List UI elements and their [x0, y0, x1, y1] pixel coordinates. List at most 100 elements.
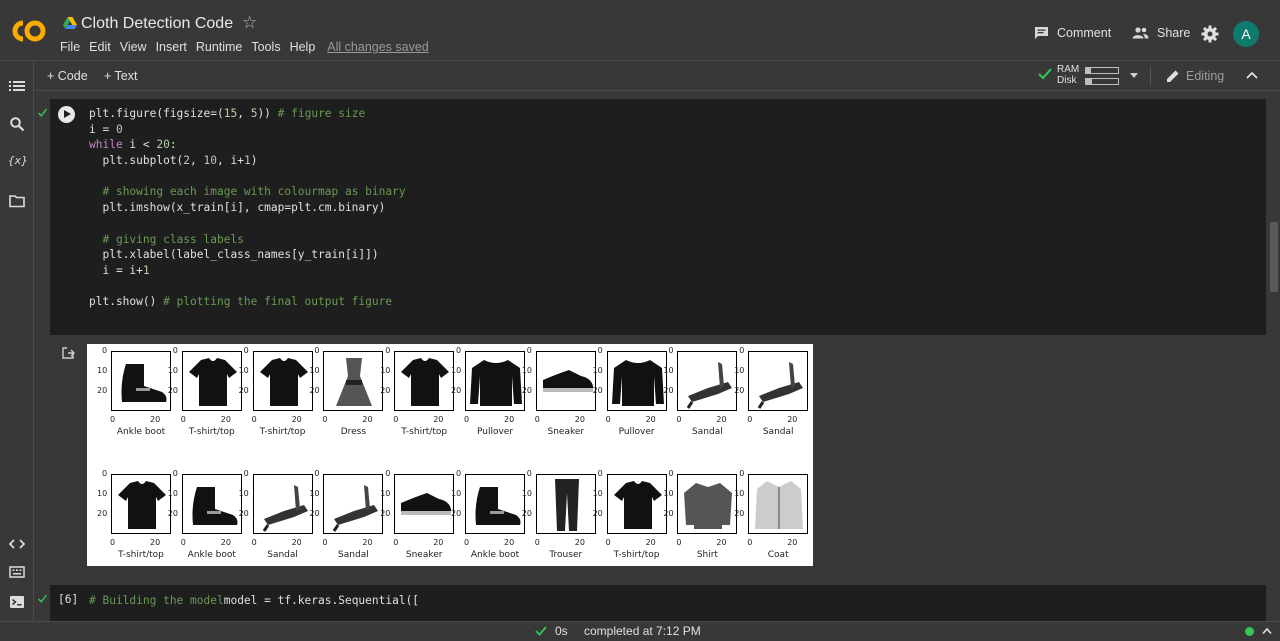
menu-bar: File Edit View Insert Runtime Tools Help… [60, 40, 438, 54]
ram-bar-fill [1086, 68, 1091, 73]
x-tick-label: 0 [180, 415, 186, 424]
code-editor[interactable]: # Building the modelmodel = tf.keras.Seq… [89, 593, 419, 609]
y-tick-label: 20 [734, 509, 745, 518]
x-tick-label: 0 [534, 538, 540, 547]
y-tick-label: 20 [238, 509, 249, 518]
output-actions-icon[interactable] [61, 346, 75, 360]
cell-success-check-icon [38, 594, 47, 603]
x-tick-label: 20 [645, 415, 656, 424]
code-line: i = 0 [89, 122, 123, 136]
scrollbar-thumb[interactable] [1270, 222, 1278, 292]
y-tick-label: 20 [592, 386, 603, 395]
y-tick-label: 0 [597, 469, 603, 478]
menu-tools[interactable]: Tools [251, 40, 280, 54]
add-code-button[interactable]: + Code [47, 69, 88, 83]
menu-file[interactable]: File [60, 40, 80, 54]
ram-bar [1085, 67, 1119, 74]
x-tick-label: 20 [787, 538, 798, 547]
x-tick-label: 20 [220, 415, 231, 424]
y-tick-label: 0 [243, 469, 249, 478]
garment-image [757, 362, 804, 409]
y-tick-label: 0 [102, 346, 108, 355]
chevron-down-icon[interactable] [1130, 73, 1138, 78]
x-tick-label: 0 [464, 538, 470, 547]
colab-logo-icon[interactable] [10, 18, 48, 44]
left-sidebar: {x} [0, 61, 34, 621]
y-tick-label: 10 [97, 489, 108, 498]
star-icon[interactable]: ☆ [242, 13, 257, 33]
x-tick-label: 20 [574, 415, 585, 424]
notebook-title[interactable]: Cloth Detection Code [81, 15, 233, 33]
comment-button[interactable]: Comment [1034, 26, 1111, 40]
code-line: # giving class labels [102, 232, 244, 246]
x-tick-label: 20 [433, 538, 444, 547]
colab-window: Cloth Detection Code ☆ File Edit View In… [0, 0, 1280, 641]
y-tick-label: 0 [172, 469, 178, 478]
code-line: while i < 20: [89, 138, 177, 152]
menu-view[interactable]: View [120, 40, 147, 54]
drive-icon[interactable] [63, 17, 77, 29]
y-tick-label: 10 [97, 366, 108, 375]
pencil-icon [1167, 70, 1179, 82]
search-icon[interactable] [9, 116, 25, 132]
y-tick-label: 20 [167, 509, 178, 518]
run-cell-button[interactable] [58, 106, 75, 123]
chevron-up-icon[interactable] [1262, 627, 1272, 635]
y-tick-label: 10 [238, 489, 249, 498]
y-tick-label: 20 [734, 386, 745, 395]
editing-label: Editing [1186, 69, 1225, 83]
editing-mode-button[interactable]: Editing [1166, 69, 1224, 83]
x-tick-label: 0 [605, 538, 611, 547]
x-tick-label: 20 [716, 538, 727, 547]
y-tick-label: 20 [309, 386, 320, 395]
execution-time: 0s [555, 624, 568, 638]
runtime-connected-dot [1245, 627, 1254, 636]
menu-edit[interactable]: Edit [89, 40, 111, 54]
save-status-link[interactable]: All changes saved [327, 40, 428, 54]
y-tick-label: 10 [167, 489, 178, 498]
y-tick-label: 20 [380, 509, 391, 518]
table-of-contents-icon[interactable] [9, 78, 25, 94]
y-tick-label: 10 [734, 489, 745, 498]
y-tick-label: 10 [238, 366, 249, 375]
variables-icon[interactable]: {x} [8, 154, 28, 170]
y-tick-label: 0 [739, 346, 745, 355]
comment-icon [1035, 27, 1048, 39]
code-snippets-icon[interactable] [9, 536, 25, 552]
y-tick-label: 20 [521, 386, 532, 395]
status-check-icon [535, 626, 547, 636]
y-tick-label: 0 [385, 469, 391, 478]
y-tick-label: 20 [97, 386, 108, 395]
code-line: # showing each image with colourmap as b… [102, 185, 406, 199]
status-bar: 0s completed at 7:12 PM [0, 621, 1280, 641]
share-button[interactable]: Share [1132, 26, 1190, 40]
people-icon [1132, 27, 1149, 39]
x-tick-label: 20 [504, 538, 515, 547]
y-tick-label: 20 [663, 509, 674, 518]
x-tick-label: 0 [322, 538, 328, 547]
header: Cloth Detection Code ☆ File Edit View In… [0, 0, 1280, 61]
menu-insert[interactable]: Insert [156, 40, 187, 54]
avatar[interactable]: A [1233, 21, 1259, 47]
x-tick-label: 0 [251, 415, 257, 424]
gear-icon[interactable] [1201, 25, 1219, 43]
menu-help[interactable]: Help [290, 40, 316, 54]
code-editor[interactable]: plt.figure(figsize=(15, 5)) # figure siz… [89, 106, 406, 310]
terminal-icon[interactable] [9, 594, 25, 610]
y-tick-label: 0 [243, 346, 249, 355]
code-line: plt.figure(figsize=(15, 5)) # figure siz… [89, 107, 366, 120]
chevron-up-icon[interactable] [1246, 70, 1258, 82]
y-tick-label: 20 [238, 386, 249, 395]
x-tick-label: 20 [574, 538, 585, 547]
code-line: plt.show() # plotting the final output f… [89, 295, 393, 309]
folder-icon[interactable] [9, 193, 25, 209]
comment-label: Comment [1057, 26, 1112, 40]
menu-runtime[interactable]: Runtime [196, 40, 243, 54]
command-palette-icon[interactable] [9, 564, 25, 580]
y-tick-label: 0 [456, 469, 462, 478]
cell-success-check-icon [38, 108, 47, 117]
x-tick-label: 20 [291, 415, 302, 424]
add-text-button[interactable]: + Text [104, 69, 137, 83]
y-tick-label: 0 [314, 469, 320, 478]
